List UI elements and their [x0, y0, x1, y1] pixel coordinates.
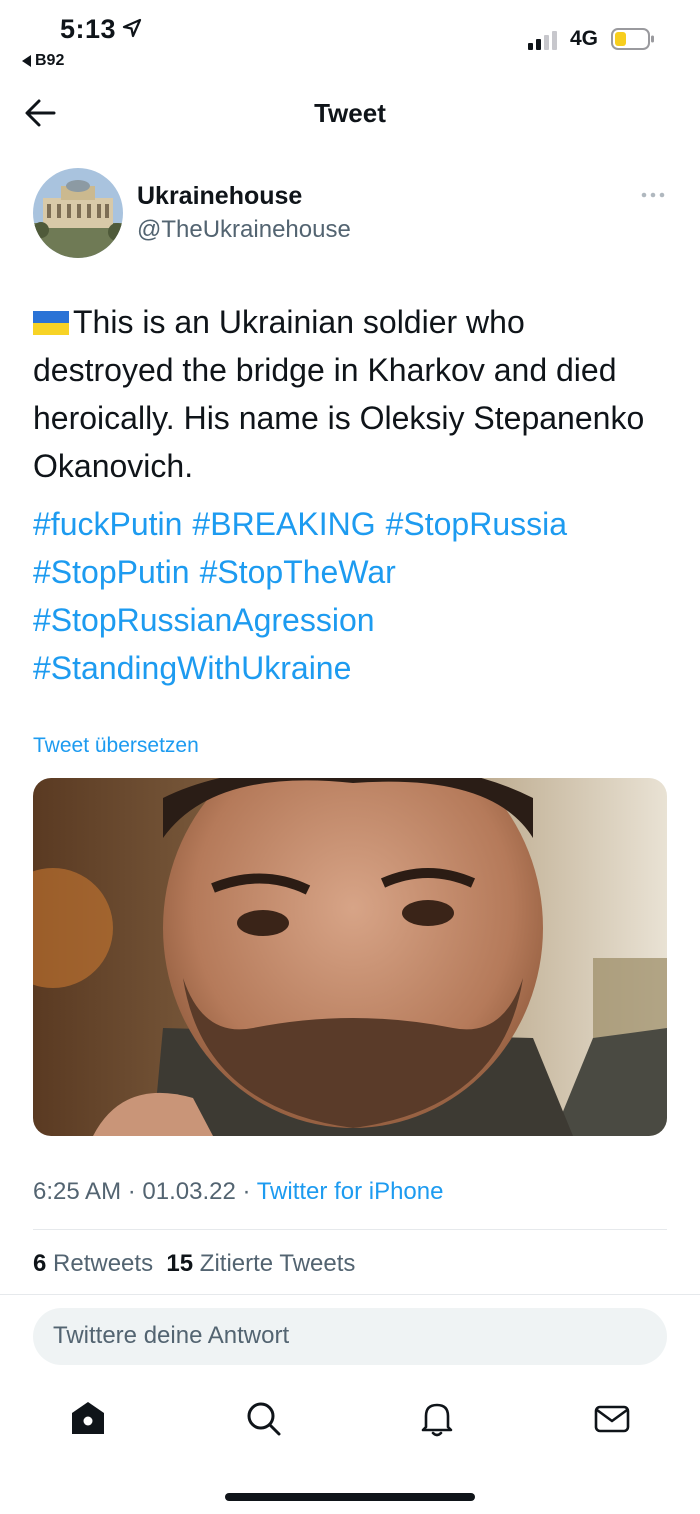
page-title: Tweet — [314, 98, 386, 128]
hashtag-link[interactable]: #BREAKING — [192, 506, 375, 542]
notifications-icon[interactable] — [417, 1398, 457, 1438]
divider — [33, 1229, 667, 1230]
status-time: 5:13 — [60, 14, 117, 44]
tweet-time: 6:25 AM — [33, 1178, 122, 1205]
tweet-text: This is an Ukrainian soldier who destroy… — [33, 298, 673, 490]
tweet-source-link[interactable]: Twitter for iPhone — [257, 1178, 444, 1205]
divider — [0, 1294, 700, 1295]
hashtag-link[interactable]: #StopRussianAgression — [33, 602, 375, 638]
quotes-count: 15 — [166, 1250, 194, 1277]
tweet-meta: 6:25 AM · 01.03.22 · Twitter for iPhone — [33, 1178, 443, 1206]
translate-tweet-link[interactable]: Tweet übersetzen — [33, 734, 199, 758]
portrait-image — [33, 778, 667, 1136]
quotes-label: Zitierte Tweets — [199, 1250, 356, 1277]
back-triangle-icon — [22, 55, 31, 67]
hashtag-link[interactable]: #StopPutin — [33, 554, 190, 590]
avatar-opera-house-image — [33, 168, 123, 258]
retweets-stat[interactable]: 6 Retweets — [33, 1250, 153, 1277]
hashtags: #fuckPutin #BREAKING #StopRussia #StopPuti… — [33, 500, 673, 692]
tweet-text-content: This is an Ukrainian soldier who destroy… — [33, 304, 645, 484]
reply-input[interactable]: Twittere deine Antwort — [33, 1308, 667, 1365]
tweet-date: 01.03.22 — [142, 1178, 236, 1205]
back-to-app-link[interactable]: B92 — [22, 52, 64, 70]
messages-icon[interactable] — [592, 1398, 632, 1438]
back-app-label: B92 — [35, 52, 65, 69]
home-icon[interactable] — [68, 1398, 108, 1438]
retweets-count: 6 — [33, 1250, 47, 1277]
author-handle[interactable]: @TheUkrainehouse — [137, 216, 351, 244]
author-name[interactable]: Ukrainehouse — [137, 182, 302, 211]
hashtag-link[interactable]: #StopTheWar — [200, 554, 396, 590]
ukraine-flag-icon — [33, 311, 69, 335]
signal-icon — [528, 31, 557, 50]
tweet-photo[interactable] — [33, 778, 667, 1136]
avatar[interactable] — [33, 168, 123, 258]
network-type: 4G — [570, 27, 599, 50]
retweets-label: Retweets — [53, 1250, 154, 1277]
reply-placeholder: Twittere deine Antwort — [53, 1322, 290, 1349]
more-options-icon[interactable] — [640, 190, 666, 200]
meta-separator: · — [235, 1178, 257, 1205]
search-icon[interactable] — [243, 1398, 283, 1438]
hashtag-link[interactable]: #fuckPutin — [33, 506, 182, 542]
hashtag-link[interactable]: #StopRussia — [386, 506, 567, 542]
home-indicator — [225, 1493, 475, 1501]
tweet-stats: 6 Retweets 15 Zitierte Tweets — [33, 1250, 355, 1278]
quotes-stat[interactable]: 15 Zitierte Tweets — [166, 1250, 355, 1277]
battery-icon — [611, 28, 654, 50]
hashtag-link[interactable]: #StandingWithUkraine — [33, 650, 351, 686]
location-arrow-icon — [122, 18, 142, 38]
meta-separator: · — [121, 1178, 143, 1205]
